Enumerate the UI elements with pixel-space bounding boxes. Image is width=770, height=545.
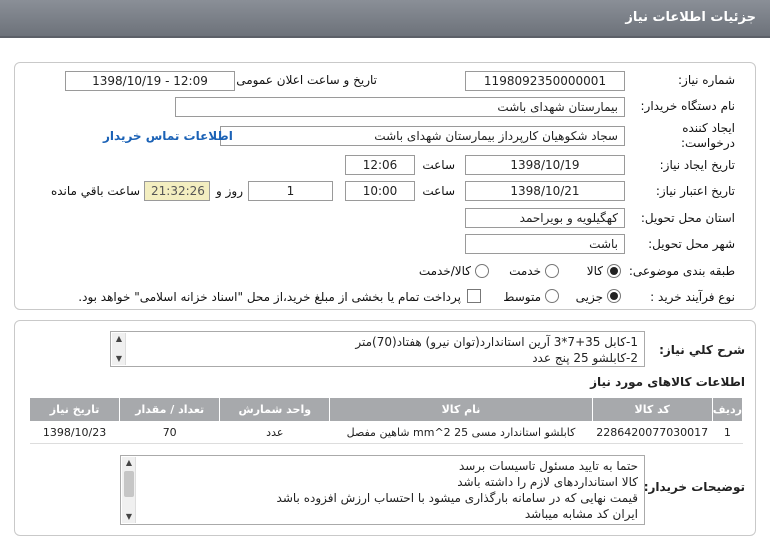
purchase-radio-medium[interactable] — [545, 289, 559, 303]
purchase-radio-minor[interactable] — [607, 289, 621, 303]
buyer-note-line: ایران کد مشابه میباشد — [524, 507, 638, 521]
buyer-note-line: کالا استانداردهای لازم را داشته باشد — [457, 475, 638, 489]
col-name: نام کالا — [329, 397, 593, 422]
created-time-field: 12:06 — [345, 155, 415, 175]
validity-date-field: 1398/10/21 — [465, 181, 625, 201]
cell-name: کابلشو استاندارد مسی 25 mm^2 شاهین مفصل — [329, 421, 593, 444]
cell-code: 2286420077030017 — [592, 421, 713, 444]
cell-date: 1398/10/23 — [29, 421, 120, 444]
category-label: طبقه بندی موضوعی: — [628, 264, 735, 278]
category-option-service: خدمت — [509, 264, 541, 278]
summary-label: شرح کلي نياز: — [659, 343, 745, 357]
col-row: ردیف — [711, 397, 744, 422]
need-details-panel: شماره نیاز: 1198092350000001 تاریخ و ساع… — [14, 62, 756, 310]
col-date: تاریخ نیاز — [28, 397, 121, 422]
validity-days-label: روز و — [216, 184, 243, 198]
cell-row: 1 — [712, 421, 743, 444]
created-time-label: ساعت — [422, 158, 455, 172]
validity-time-label: ساعت — [422, 184, 455, 198]
col-unit: واحد شمارش — [219, 397, 331, 422]
cell-unit: عدد — [219, 421, 330, 444]
province-label: استان محل تحویل: — [640, 211, 735, 225]
buyer-org-label: نام دستگاه خریدار: — [640, 99, 736, 113]
created-date-label: تاریخ ایجاد نیاز: — [659, 158, 735, 172]
cell-qty: 70 — [119, 421, 220, 444]
need-number-field: 1198092350000001 — [465, 71, 625, 91]
creator-field: سجاد شکوهیان کارپرداز بیمارستان شهدای با… — [220, 126, 625, 146]
buyer-notes-box: ▲ ▼ حتما به تایید مسئول تاسیسات برسد کال… — [120, 455, 645, 525]
buyer-org-field: بیمارستان شهدای باشت — [175, 97, 625, 117]
category-radio-service[interactable] — [545, 264, 559, 278]
goods-title: اطلاعات کالاهای مورد نیاز — [590, 375, 745, 389]
creator-label-line2: درخواست: — [681, 136, 735, 150]
goods-table-header: ردیف کد کالا نام کالا واحد شمارش تعداد /… — [28, 397, 744, 422]
buyer-note-line: قیمت نهایی که در سامانه بارگذاری میشود ب… — [276, 491, 638, 505]
creator-label-line1: ایجاد کننده — [682, 121, 735, 135]
treasury-bond-note: پرداخت تمام یا بخشی از مبلغ خرید،از محل … — [78, 290, 461, 304]
table-row[interactable]: 1 2286420077030017 کابلشو استاندارد مسی … — [29, 421, 743, 444]
buyer-notes-scrollbar[interactable]: ▲ ▼ — [122, 457, 136, 523]
buyer-notes-label: توضیحات خریدار: — [643, 480, 745, 494]
scroll-up-icon[interactable]: ▲ — [122, 457, 136, 469]
purchase-option-minor: جزیی — [575, 290, 603, 304]
purchase-type-label: نوع فرآیند خرید : — [650, 290, 735, 304]
summary-line: 2-کابلشو 25 پنج عدد — [532, 351, 638, 365]
city-label: شهر محل تحویل: — [648, 237, 735, 251]
announce-datetime-field: 1398/10/19 - 12:09 — [65, 71, 235, 91]
remaining-time-field: 21:32:26 — [144, 181, 210, 201]
scroll-down-icon[interactable]: ▼ — [122, 511, 136, 523]
province-field: کهگیلویه و بویراحمد — [465, 208, 625, 228]
need-number-label: شماره نیاز: — [678, 73, 735, 87]
buyer-contact-link[interactable]: اطلاعات تماس خریدار — [103, 129, 233, 143]
category-radio-goods-service[interactable] — [475, 264, 489, 278]
page-header: جزئیات اطلاعات نیاز — [0, 0, 770, 38]
buyer-note-line: حتما به تایید مسئول تاسیسات برسد — [458, 459, 638, 473]
category-option-goods-service: کالا/خدمت — [418, 264, 471, 278]
city-field: باشت — [465, 234, 625, 254]
created-date-field: 1398/10/19 — [465, 155, 625, 175]
col-qty: تعداد / مقدار — [119, 397, 221, 422]
announce-datetime-label: تاریخ و ساعت اعلان عمومی: — [232, 73, 377, 87]
summary-line: 1-کابل 35+7*3 آرین استاندارد(توان نیرو) … — [355, 335, 638, 349]
category-radio-goods[interactable] — [607, 264, 621, 278]
scroll-up-icon[interactable]: ▲ — [112, 333, 126, 345]
purchase-option-medium: متوسط — [503, 290, 541, 304]
validity-days-field: 1 — [248, 181, 333, 201]
remaining-time-label: ساعت باقي مانده — [50, 184, 140, 198]
goods-table: ردیف کد کالا نام کالا واحد شمارش تعداد /… — [28, 397, 744, 444]
col-code: کد کالا — [591, 397, 713, 422]
treasury-bond-checkbox[interactable] — [467, 289, 481, 303]
summary-scrollbar[interactable]: ▲ ▼ — [112, 333, 126, 365]
category-option-goods: کالا — [586, 264, 603, 278]
validity-date-label: تاریخ اعتبار نیاز: — [655, 184, 735, 198]
scroll-thumb[interactable] — [124, 471, 134, 497]
summary-box: ▲ ▼ 1-کابل 35+7*3 آرین استاندارد(توان نی… — [110, 331, 645, 367]
need-items-panel: شرح کلي نياز: ▲ ▼ 1-کابل 35+7*3 آرین است… — [14, 320, 756, 536]
validity-time-field: 10:00 — [345, 181, 415, 201]
scroll-down-icon[interactable]: ▼ — [112, 353, 126, 365]
page-title: جزئیات اطلاعات نیاز — [625, 10, 756, 25]
